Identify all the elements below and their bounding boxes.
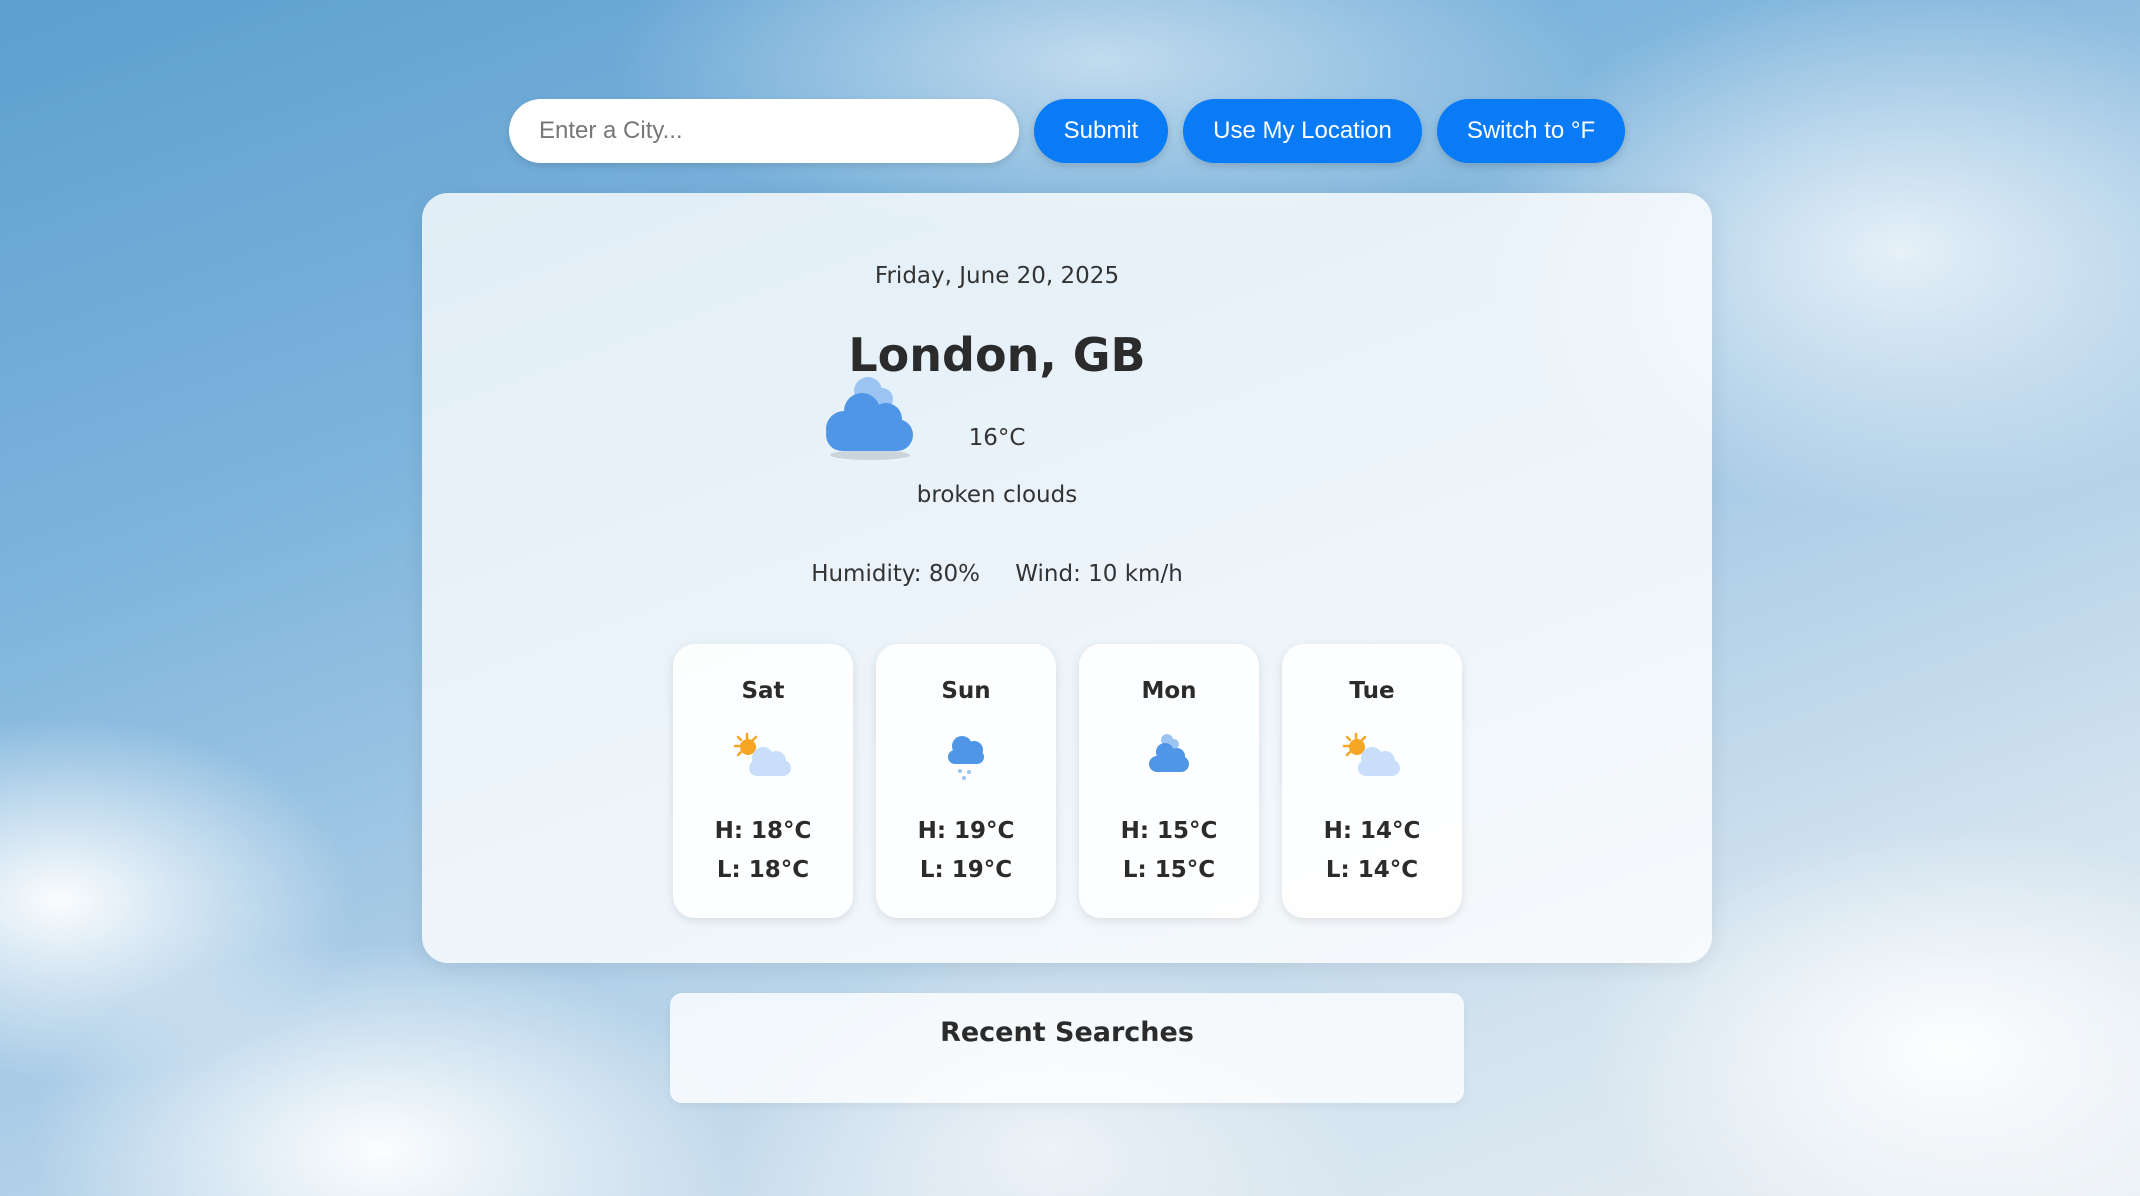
forecast-day: Sun bbox=[941, 678, 991, 704]
forecast-high: H: 15°C bbox=[1120, 818, 1218, 844]
forecast-high: H: 18°C bbox=[714, 818, 812, 844]
weather-stats: Humidity: 80% Wind: 10 km/h bbox=[232, 561, 1762, 587]
forecast-card-tue: Tue H: 14°C L: 14°C bbox=[1282, 644, 1462, 918]
broken-clouds-icon bbox=[1149, 734, 1189, 772]
forecast-card-sat: Sat H: 18°C L: 18°C bbox=[673, 644, 853, 918]
forecast-low: L: 18°C bbox=[716, 857, 810, 883]
city-search-input[interactable] bbox=[509, 99, 1019, 163]
weather-description: broken clouds bbox=[916, 482, 1078, 508]
switch-unit-button[interactable]: Switch to °F bbox=[1437, 99, 1625, 163]
wind-value: Wind: 10 km/h bbox=[1015, 561, 1183, 587]
recent-searches-title: Recent Searches bbox=[940, 1017, 1194, 1048]
forecast-high: H: 14°C bbox=[1323, 818, 1421, 844]
forecast-day: Tue bbox=[1349, 678, 1395, 704]
city-name: London, GB bbox=[848, 328, 1146, 382]
humidity-value: Humidity: 80% bbox=[811, 561, 980, 587]
current-weather-card: Friday, June 20, 2025 London, GB 16°C br… bbox=[422, 193, 1712, 963]
search-bar: Submit Use My Location Switch to °F bbox=[509, 99, 1625, 163]
forecast-low: L: 15°C bbox=[1122, 857, 1216, 883]
few-clouds-icon bbox=[1342, 732, 1400, 776]
recent-searches-panel: Recent Searches bbox=[670, 993, 1464, 1103]
light-rain-icon bbox=[948, 736, 984, 780]
use-my-location-button[interactable]: Use My Location bbox=[1183, 99, 1422, 163]
current-temperature: 16°C bbox=[968, 425, 1026, 451]
few-clouds-icon bbox=[733, 732, 791, 776]
forecast-list: Sat H: 18°C L: 18°C Sun H: 19°C L: 19°C … bbox=[673, 644, 1485, 918]
forecast-day: Mon bbox=[1141, 678, 1197, 704]
current-date: Friday, June 20, 2025 bbox=[874, 263, 1120, 289]
forecast-card-sun: Sun H: 19°C L: 19°C bbox=[876, 644, 1056, 918]
forecast-day: Sat bbox=[741, 678, 785, 704]
forecast-card-mon: Mon H: 15°C L: 15°C bbox=[1079, 644, 1259, 918]
submit-button[interactable]: Submit bbox=[1034, 99, 1168, 163]
forecast-high: H: 19°C bbox=[917, 818, 1015, 844]
forecast-low: L: 14°C bbox=[1325, 857, 1419, 883]
forecast-low: L: 19°C bbox=[919, 857, 1013, 883]
